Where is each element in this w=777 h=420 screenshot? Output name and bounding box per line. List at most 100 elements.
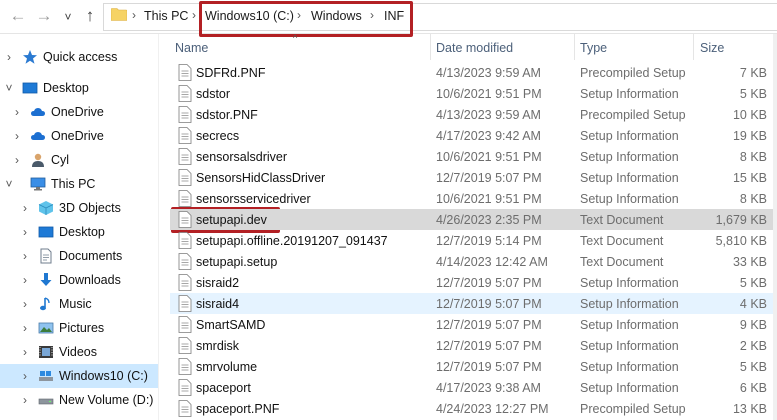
column-divider[interactable] [574,34,575,60]
setup-file-icon [178,106,192,123]
back-arrow-icon[interactable]: ← [8,7,28,27]
sidebar-item-desktop-2[interactable]: › Desktop [0,220,158,244]
computer-icon [30,177,46,191]
column-header-name[interactable]: Name [175,41,208,55]
table-row[interactable]: setupapi.setup 4/14/2023 12:42 AM Text Doc… [170,251,777,272]
recent-locations-chevron-icon[interactable]: ˅ [58,8,78,28]
chevron-right-icon[interactable]: › [20,345,30,359]
table-row[interactable]: smrvolume 12/7/2019 5:07 PM Setup Informat… [170,356,777,377]
setup-file-icon [178,148,192,165]
sidebar-item-downloads[interactable]: › Downloads [0,268,158,292]
file-date-modified: 12/7/2019 5:07 PM [436,318,542,332]
file-type: Precompiled Setup Information [580,402,688,416]
breadcrumb-this-pc[interactable]: This PC [144,9,188,23]
table-row[interactable]: SmartSAMD 12/7/2019 5:07 PM Setup Informat… [170,314,777,335]
sidebar-item-label: New Volume (D:) [59,393,154,407]
setup-file-icon [178,358,192,375]
table-row[interactable]: sdstor 10/6/2021 9:51 PM Setup Information… [170,83,777,104]
file-name[interactable]: SmartSAMD [196,318,265,332]
column-header-date[interactable]: Date modified [436,41,513,55]
file-type: Setup Information [580,129,679,143]
pane-splitter[interactable] [158,34,159,420]
chevron-right-icon[interactable]: › [20,249,30,263]
chevron-right-icon[interactable]: › [12,153,22,167]
table-row[interactable]: setupapi.dev 4/26/2023 2:35 PM Text Docume… [170,209,777,230]
up-arrow-icon[interactable]: ↑ [80,7,100,27]
chevron-right-icon[interactable]: › [20,321,30,335]
table-row[interactable]: sensorsalsdriver 10/6/2021 9:51 PM Setup I… [170,146,777,167]
file-size: 5 KB [739,276,767,290]
file-name[interactable]: sdstor [196,87,230,101]
file-name[interactable]: setupapi.dev [196,213,267,227]
table-row[interactable]: setupapi.offline.20191207_091437 12/7/201… [170,230,777,251]
sidebar-item-new-volume-d[interactable]: › New Volume (D:) [0,388,158,412]
sidebar-item-onedrive-2[interactable]: › OneDrive [0,124,158,148]
file-name[interactable]: setupapi.setup [196,255,277,269]
file-name[interactable]: setupapi.offline.20191207_091437 [196,234,388,248]
chevron-right-icon[interactable]: › [4,50,14,64]
chevron-right-icon[interactable]: › [12,129,22,143]
setup-file-icon [178,316,192,333]
sidebar-item-3d-objects[interactable]: › 3D Objects [0,196,158,220]
sidebar-item-documents[interactable]: › Documents [0,244,158,268]
file-name[interactable]: SDFRd.PNF [196,66,265,80]
sidebar-item-videos[interactable]: › Videos [0,340,158,364]
folder-icon [111,8,127,21]
table-row[interactable]: SDFRd.PNF 4/13/2023 9:59 AM Precompiled Se… [170,62,777,83]
chevron-down-icon[interactable]: ˅ [4,177,14,191]
user-icon [32,153,44,167]
setup-file-icon [178,295,192,312]
file-name[interactable]: spaceport.PNF [196,402,279,416]
sidebar-item-music[interactable]: › Music [0,292,158,316]
chevron-right-icon[interactable]: › [20,225,30,239]
table-row[interactable]: sisraid4 12/7/2019 5:07 PM Setup Informati… [170,293,777,314]
table-row[interactable]: sisraid2 12/7/2019 5:07 PM Setup Informati… [170,272,777,293]
file-name[interactable]: sisraid2 [196,276,239,290]
sidebar-item-windows10-c[interactable]: › Windows10 (C:) [0,364,158,388]
table-row[interactable]: SensorsHidClassDriver 12/7/2019 5:07 PM Se… [170,167,777,188]
sort-ascending-icon: ^ [293,33,298,43]
chevron-right-icon[interactable]: › [20,369,30,383]
file-list: ^ Name Date modified Type Size SDFRd.PNF… [166,33,777,420]
breadcrumb-separator[interactable]: › [192,8,196,22]
table-row[interactable]: spaceport.PNF 4/24/2023 12:27 PM Precompil… [170,398,777,419]
cube-icon [38,201,54,215]
file-name[interactable]: sensorsservicedriver [196,192,311,206]
column-divider[interactable] [693,34,694,60]
column-header-type[interactable]: Type [580,41,607,55]
column-header-size[interactable]: Size [700,41,724,55]
sidebar-item-desktop[interactable]: ˅ Desktop [0,76,158,100]
forward-arrow-icon[interactable]: → [34,7,54,27]
sidebar-item-cyl[interactable]: › Cyl [0,148,158,172]
chevron-right-icon[interactable]: › [20,273,30,287]
chevron-right-icon[interactable]: › [20,201,30,215]
file-type: Precompiled Setup Information [580,108,688,122]
sidebar-item-quick-access[interactable]: › Quick access [0,45,158,69]
sidebar-item-label: OneDrive [51,105,104,119]
file-name[interactable]: spaceport [196,381,251,395]
column-divider[interactable] [430,34,431,60]
vertical-scrollbar[interactable] [773,34,777,420]
sidebar-item-label: Cyl [51,153,70,167]
sidebar-item-pictures[interactable]: › Pictures [0,316,158,340]
file-name[interactable]: smrvolume [196,360,257,374]
file-name[interactable]: sisraid4 [196,297,239,311]
sidebar-item-this-pc[interactable]: ˅ This PC [0,172,158,196]
table-row[interactable]: secrecs 4/17/2023 9:42 AM Setup Informatio… [170,125,777,146]
file-name[interactable]: sdstor.PNF [196,108,258,122]
file-name[interactable]: SensorsHidClassDriver [196,171,325,185]
file-type: Setup Information [580,381,679,395]
chevron-down-icon[interactable]: ˅ [4,81,14,95]
file-name[interactable]: smrdisk [196,339,239,353]
table-row[interactable]: sensorsservicedriver 10/6/2021 9:51 PM Set… [170,188,777,209]
chevron-right-icon[interactable]: › [20,393,30,407]
sidebar-item-onedrive[interactable]: › OneDrive [0,100,158,124]
table-row[interactable]: smrdisk 12/7/2019 5:07 PM Setup Informatio… [170,335,777,356]
file-date-modified: 12/7/2019 5:14 PM [436,234,542,248]
chevron-right-icon[interactable]: › [12,105,22,119]
chevron-right-icon[interactable]: › [20,297,30,311]
table-row[interactable]: sdstor.PNF 4/13/2023 9:59 AM Precompiled S… [170,104,777,125]
table-row[interactable]: spaceport 4/17/2023 9:38 AM Setup Informat… [170,377,777,398]
file-name[interactable]: sensorsalsdriver [196,150,287,164]
file-name[interactable]: secrecs [196,129,239,143]
